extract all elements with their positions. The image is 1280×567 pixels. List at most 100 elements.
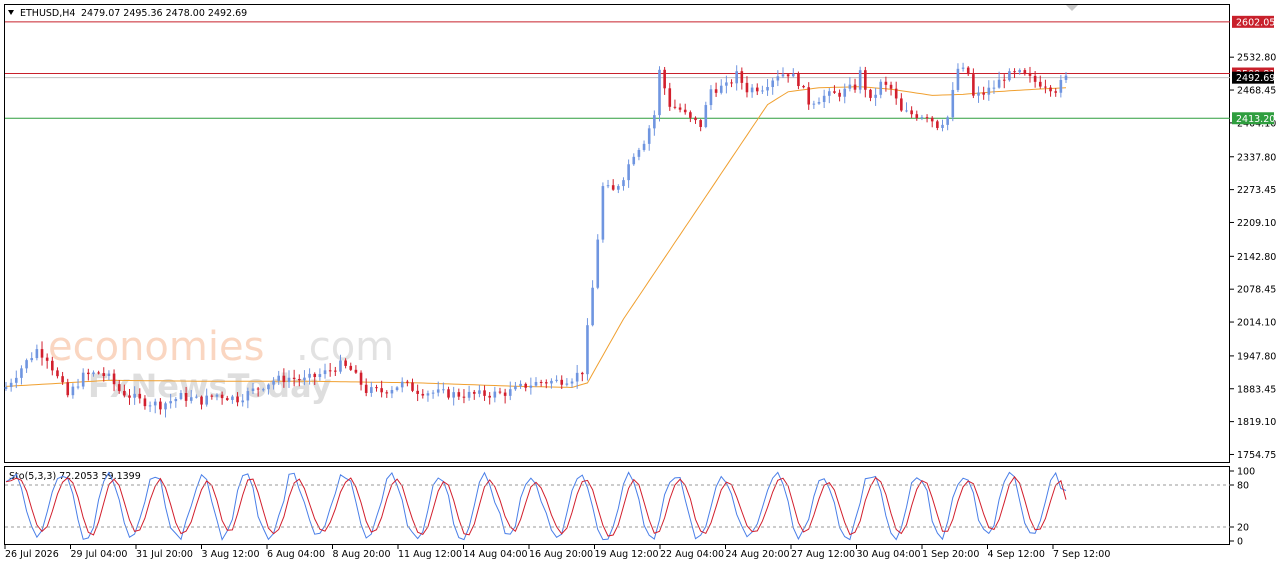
candle-body	[66, 382, 70, 396]
time-tick-label: 8 Aug 20:00	[333, 549, 391, 560]
candle-body	[822, 95, 826, 103]
candle-body	[123, 390, 126, 396]
candle-body	[174, 398, 178, 402]
candle-body	[745, 82, 749, 93]
candle-body	[117, 384, 121, 391]
candle-body	[45, 357, 49, 361]
time-axis[interactable]: 26 Jul 2026 29 Jul 04:00 31 Jul 20:00 3 Aug…	[4, 545, 1110, 560]
candle-body	[807, 87, 811, 105]
candle-body	[246, 391, 250, 401]
candle-body	[946, 117, 949, 125]
candle-body	[869, 89, 872, 98]
candle-body	[555, 379, 558, 381]
time-tick-label: 4 Sep 12:00	[988, 549, 1045, 560]
candle-body	[508, 389, 512, 396]
candle-body	[565, 383, 569, 385]
candle-body	[220, 394, 224, 399]
scroll-marker-icon[interactable]	[1066, 5, 1078, 11]
price-tick-label: 2078.45	[1237, 285, 1276, 296]
candle-body	[941, 124, 944, 128]
candle-body	[1054, 91, 1058, 93]
candle-body	[833, 91, 836, 93]
stochastic-lines	[5, 471, 1067, 541]
candle-body	[452, 392, 455, 398]
price-levels	[5, 21, 1230, 119]
stochastic-tick-label: 20	[1237, 523, 1249, 534]
candle-body	[488, 395, 491, 398]
stochastic-panel[interactable]	[4, 466, 1230, 545]
candle-body	[627, 164, 630, 181]
candle-body	[858, 70, 862, 90]
candle-body	[997, 79, 1001, 88]
candle-body	[328, 370, 332, 372]
candle-body	[797, 73, 800, 87]
candle-body	[4, 387, 8, 389]
candle-body	[1028, 73, 1032, 76]
candle-body	[663, 69, 666, 89]
candle-body	[164, 403, 167, 410]
price-tick-label: 2014.10	[1237, 318, 1276, 329]
time-tick-label: 30 Aug 04:00	[857, 549, 921, 560]
time-tick-label: 1 Sep 20:00	[922, 549, 979, 560]
candle-body	[560, 379, 564, 385]
candle-body	[771, 80, 774, 88]
candle-body	[951, 89, 955, 118]
candle-body	[1013, 71, 1016, 73]
time-tick-label: 31 Jul 20:00	[136, 549, 193, 560]
candle-body	[359, 372, 363, 385]
candle-body	[673, 106, 677, 108]
candle-body	[195, 396, 198, 398]
candle-body	[308, 373, 311, 378]
candle-body	[812, 103, 816, 105]
candle-body	[200, 396, 203, 405]
stochastic-tick-label: 100	[1237, 467, 1255, 478]
candle-body	[1008, 71, 1011, 81]
candle-body	[9, 382, 13, 388]
candle-body	[1002, 79, 1006, 81]
candle-body	[20, 368, 23, 378]
candle-body	[282, 375, 286, 383]
candle-body	[436, 389, 440, 393]
candle-body	[699, 120, 702, 127]
candle-body	[153, 401, 157, 406]
candle-body	[493, 391, 497, 398]
candle-body	[97, 372, 100, 374]
candle-body	[133, 393, 136, 398]
menu-triangle-icon[interactable]	[8, 10, 14, 15]
candle-body	[313, 373, 317, 378]
candle-body	[874, 94, 877, 98]
candle-body	[1038, 81, 1042, 87]
candle-body	[575, 372, 579, 382]
candle-body	[678, 107, 682, 110]
candle-body	[689, 112, 692, 118]
candle-body	[102, 373, 106, 377]
symbol-label: ETHUSD,H4	[20, 8, 75, 19]
watermark-brand: economies	[48, 324, 264, 370]
time-tick-label: 11 Aug 12:00	[398, 549, 462, 560]
candle-body	[261, 389, 265, 391]
candle-body	[889, 84, 893, 89]
candle-body	[349, 365, 353, 370]
chart-svg: economies .com FxNewsToday ETHUSD,H4 247…	[4, 4, 1276, 560]
candle-body	[653, 115, 656, 129]
candle-body	[334, 370, 337, 372]
candle-body	[992, 87, 996, 89]
time-tick-label: 16 Aug 20:00	[529, 549, 593, 560]
candle-body	[755, 87, 759, 92]
candle-body	[210, 395, 214, 397]
candle-body	[1044, 86, 1047, 88]
candle-body	[318, 374, 322, 378]
candle-body	[421, 393, 425, 396]
candle-body	[550, 380, 553, 384]
candle-body	[864, 70, 867, 90]
candle-body	[606, 185, 610, 187]
candle-body	[776, 76, 780, 81]
candle-body	[184, 392, 188, 401]
candle-body	[668, 88, 672, 107]
candle-body	[298, 378, 301, 381]
time-tick-label: 3 Aug 12:00	[202, 549, 260, 560]
candle-body	[406, 381, 409, 383]
watermark: economies .com FxNewsToday	[48, 324, 394, 405]
candle-body	[791, 73, 795, 77]
candle-body	[725, 82, 728, 86]
